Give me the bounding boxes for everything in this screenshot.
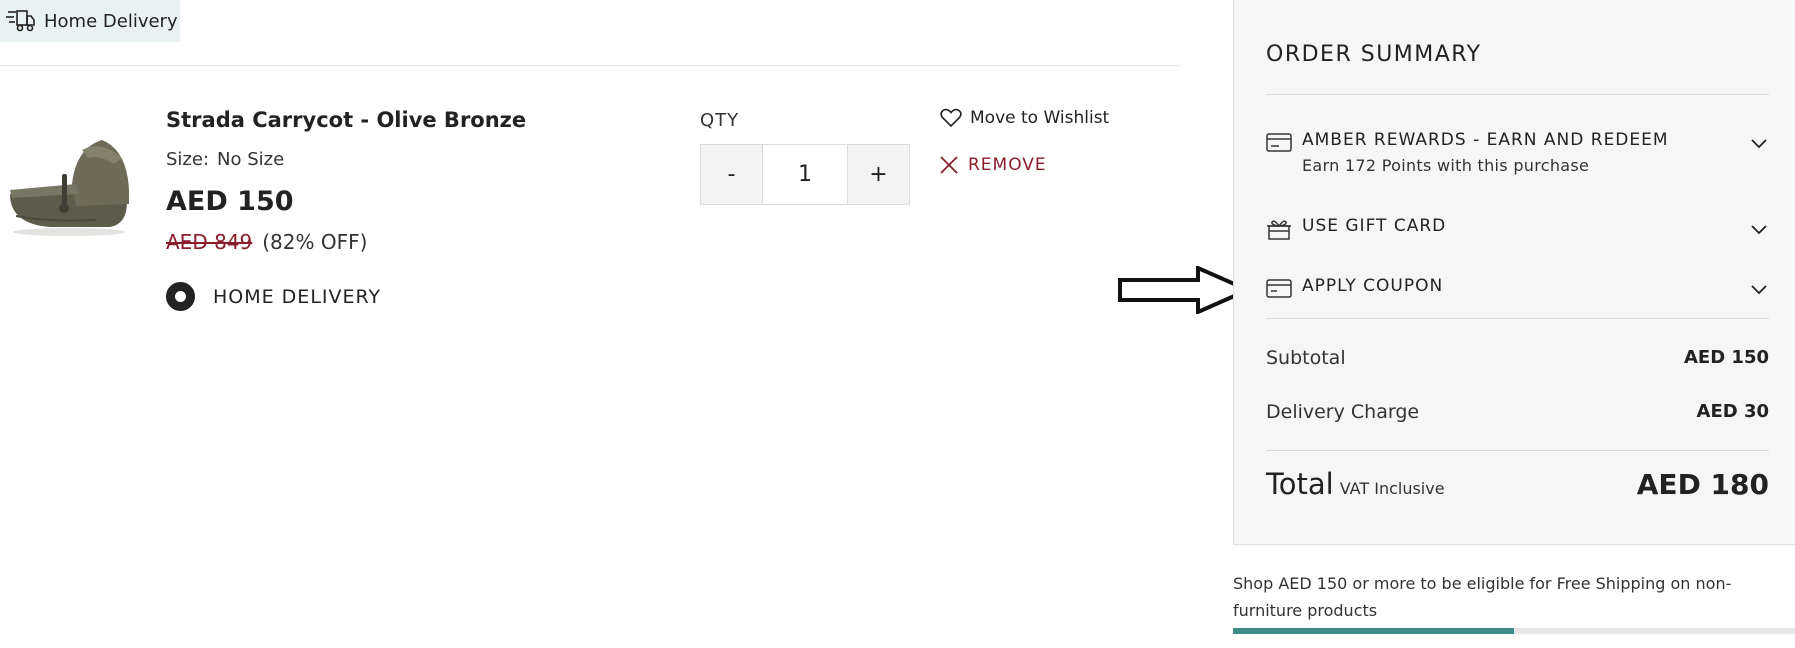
remove-label: REMOVE: [968, 155, 1047, 175]
increment-button[interactable]: +: [848, 145, 909, 204]
gift-icon: [1267, 220, 1291, 240]
subtotal-value: AED 150: [1683, 347, 1769, 368]
order-summary-panel: ORDER SUMMARY AMBER REWARDS - EARN AND R…: [1233, 0, 1795, 545]
truck-icon: [6, 10, 35, 32]
remove-button[interactable]: REMOVE: [940, 155, 1047, 175]
total-row: Total VAT Inclusive AED 180: [1266, 467, 1769, 501]
product-price: AED 150: [166, 186, 294, 217]
delivery-charge-label: Delivery Charge: [1266, 401, 1420, 423]
product-old-price: AED 849: [166, 230, 253, 254]
amber-rewards-title: AMBER REWARDS - EARN AND REDEEM: [1302, 130, 1669, 150]
product-discount: (82% OFF): [262, 230, 368, 254]
divider: [1266, 94, 1769, 95]
delivery-radio[interactable]: [166, 282, 195, 311]
delivery-charge-value: AED 30: [1696, 401, 1769, 422]
divider: [1266, 450, 1769, 451]
delivery-option-label: HOME DELIVERY: [213, 285, 382, 308]
gift-card-title: USE GIFT CARD: [1302, 216, 1447, 236]
product-size-value: No Size: [217, 149, 285, 170]
coupon-icon: [1266, 279, 1292, 298]
vat-note: VAT Inclusive: [1339, 479, 1445, 498]
chevron-down-icon[interactable]: [1749, 220, 1769, 240]
order-summary-title: ORDER SUMMARY: [1266, 42, 1482, 67]
divider: [1266, 318, 1769, 319]
quantity-value[interactable]: 1: [762, 145, 848, 204]
product-size: Size: No Size: [166, 149, 284, 170]
apply-coupon-title: APPLY COUPON: [1302, 276, 1444, 296]
home-delivery-tab[interactable]: Home Delivery: [0, 0, 180, 42]
divider: [0, 65, 1180, 66]
home-delivery-tab-label: Home Delivery: [44, 10, 178, 32]
total-value: AED 180: [1636, 468, 1769, 501]
wishlist-label: Move to Wishlist: [970, 108, 1110, 128]
annotation-arrow-icon: [1118, 266, 1250, 314]
free-shipping-progress: [1233, 628, 1795, 634]
delivery-option[interactable]: HOME DELIVERY: [166, 282, 381, 311]
free-shipping-progress-fill: [1233, 628, 1514, 634]
total-label: Total: [1266, 467, 1334, 501]
close-icon: [940, 156, 958, 174]
qty-label: QTY: [700, 110, 740, 131]
subtotal-label: Subtotal: [1266, 347, 1346, 369]
move-to-wishlist-button[interactable]: Move to Wishlist: [940, 108, 1109, 128]
product-image[interactable]: [6, 128, 132, 240]
chevron-down-icon[interactable]: [1749, 134, 1769, 154]
product-size-label: Size:: [166, 149, 210, 170]
free-shipping-message: Shop AED 150 or more to be eligible for …: [1233, 574, 1732, 620]
decrement-button[interactable]: -: [701, 145, 762, 204]
delivery-charge-row: Delivery Charge AED 30: [1266, 401, 1769, 423]
heart-icon: [940, 108, 962, 128]
product-old-price-row: AED 849 (82% OFF): [166, 230, 367, 254]
amber-rewards-accordion[interactable]: AMBER REWARDS - EARN AND REDEEM Earn 172…: [1266, 130, 1769, 175]
product-name[interactable]: Strada Carrycot - Olive Bronze: [166, 108, 526, 132]
rewards-card-icon: [1266, 133, 1292, 152]
chevron-down-icon[interactable]: [1749, 280, 1769, 300]
quantity-stepper: - 1 +: [700, 144, 910, 205]
gift-card-accordion[interactable]: USE GIFT CARD: [1266, 216, 1769, 240]
apply-coupon-accordion[interactable]: APPLY COUPON: [1266, 276, 1769, 300]
amber-rewards-subtitle: Earn 172 Points with this purchase: [1302, 156, 1590, 175]
subtotal-row: Subtotal AED 150: [1266, 347, 1769, 369]
